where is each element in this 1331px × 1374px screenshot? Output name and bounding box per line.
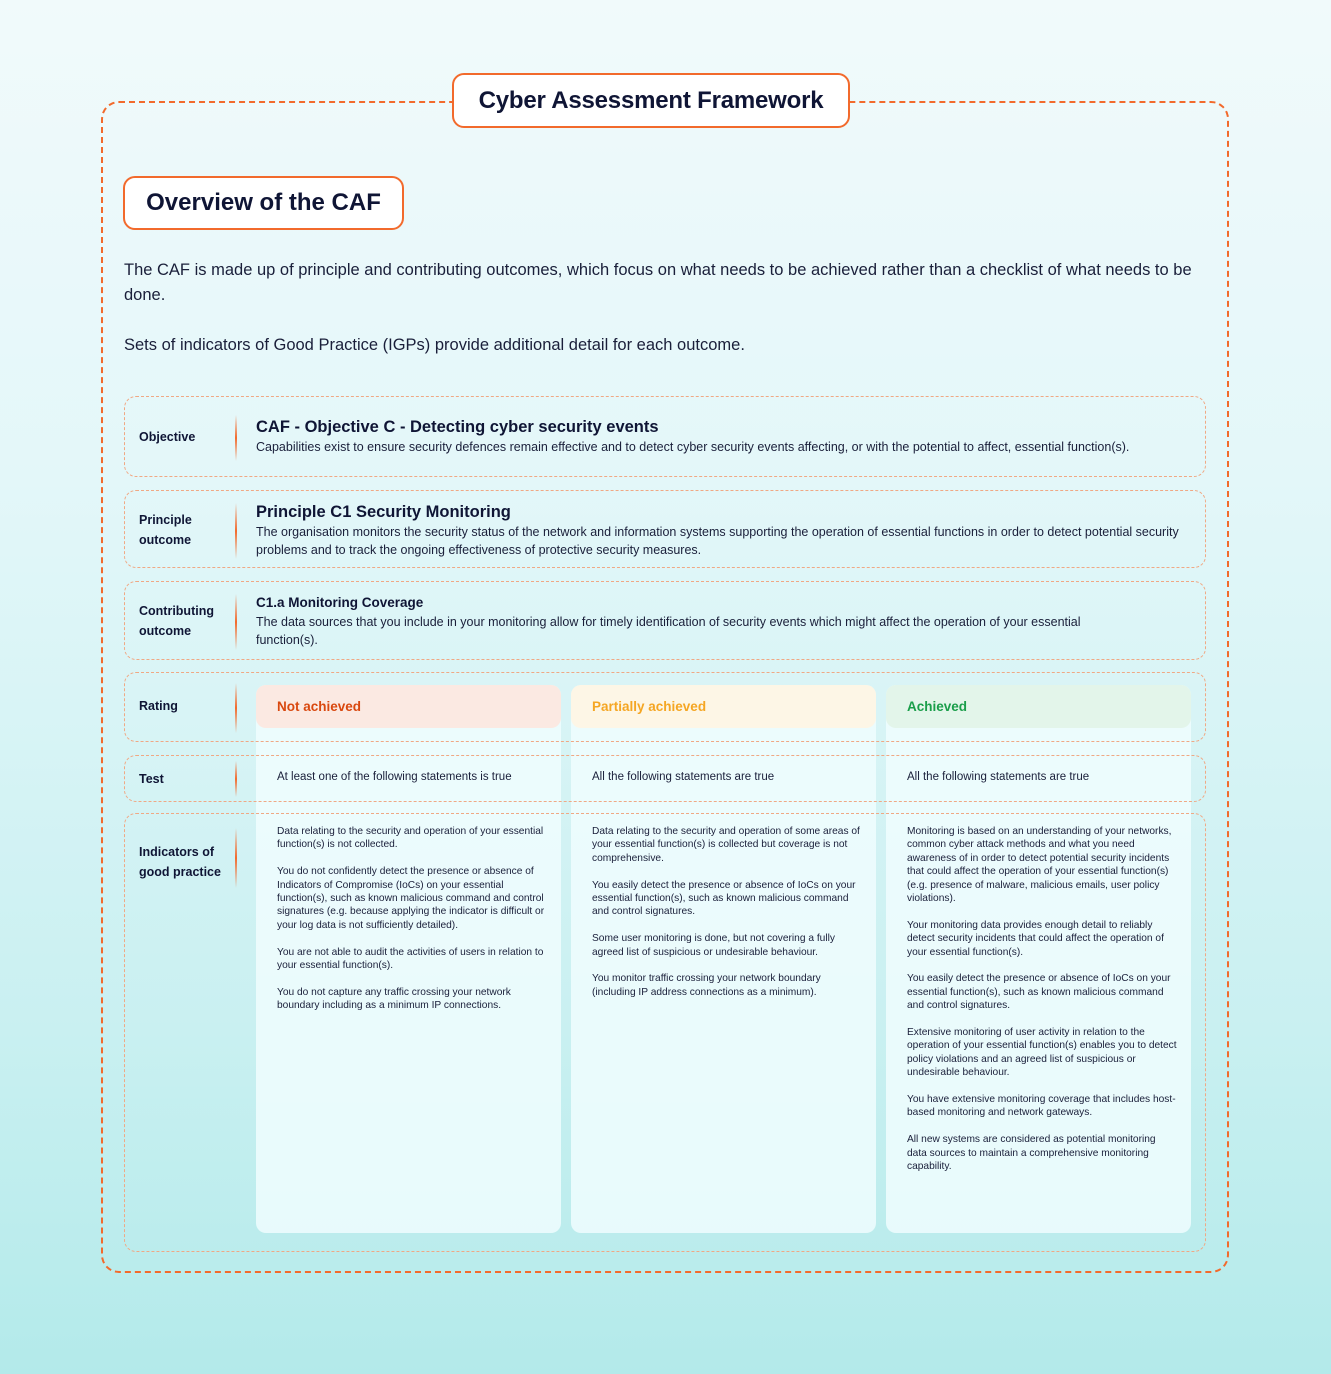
intro-paragraph: Sets of indicators of Good Practice (IGP… [124,336,745,354]
principle-description: The organisation monitors the security s… [256,525,1179,557]
row-label: Rating [139,699,178,713]
contributing-description: The data sources that you include in you… [256,615,1081,647]
row-label: Contributing outcome [139,601,214,641]
row-label-line: Principle [139,513,192,527]
test-row: Test [124,755,1206,802]
row-label-line: Indicators of [139,845,215,859]
row-divider [235,503,237,559]
row-label-line: Contributing [139,604,214,618]
row-divider [235,415,237,461]
principle-title: Principle C1 Security Monitoring [256,503,511,521]
objective-description: Capabilities exist to ensure security de… [256,440,1130,454]
row-label-line: good practice [139,865,221,879]
indicators-row: Indicators of good practice [124,813,1206,1252]
row-divider [235,761,237,797]
row-label-line: outcome [139,533,192,547]
row-label-line: outcome [139,624,192,638]
row-divider [235,594,237,650]
principle-outcome-row: Principle outcome Principle C1 Security … [124,490,1206,568]
contributing-outcome-row: Contributing outcome C1.a Monitoring Cov… [124,581,1206,660]
row-divider [235,828,237,888]
section-title-text: Overview of the CAF [146,189,381,216]
page-title-text: Cyber Assessment Framework [478,86,824,114]
row-divider [235,683,237,733]
row-label: Test [139,772,164,786]
objective-title: CAF - Objective C - Detecting cyber secu… [256,418,659,436]
row-label: Principle outcome [139,510,192,550]
row-label: Objective [139,430,196,444]
intro-text: The CAF is made up of principle and cont… [124,258,1214,358]
section-title: Overview of the CAF [123,176,404,230]
page-title: Cyber Assessment Framework [452,73,850,128]
contributing-title: C1.a Monitoring Coverage [256,595,424,610]
objective-row: Objective CAF - Objective C - Detecting … [124,396,1206,477]
rating-row: Rating [124,672,1206,742]
row-label: Indicators of good practice [139,842,221,882]
intro-paragraph: The CAF is made up of principle and cont… [124,261,1192,304]
